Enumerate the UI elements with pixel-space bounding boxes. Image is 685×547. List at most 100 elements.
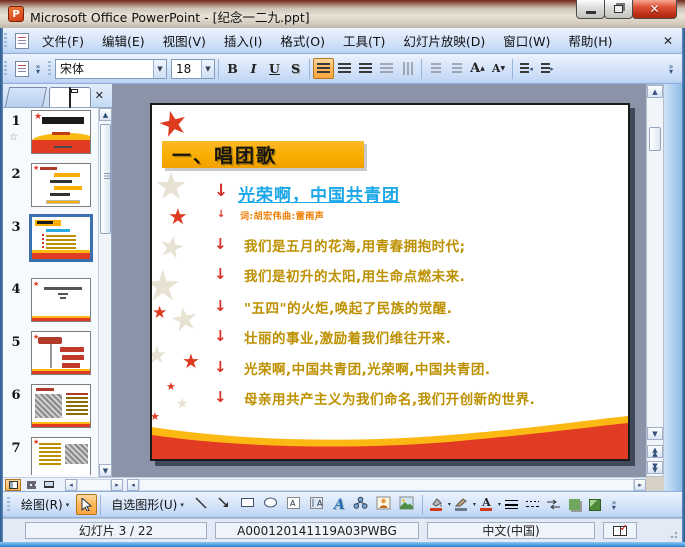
text-box-button[interactable]: A [283, 494, 306, 515]
main-vertical-scrollbar[interactable]: ▲ ▼ ▲ ▲ ▼ ▼ [646, 84, 664, 477]
vertical-text-box-button[interactable]: A [306, 494, 329, 515]
chevron-down-icon[interactable]: ▼ [201, 59, 214, 78]
slide-thumbnail[interactable]: ★ [31, 437, 91, 475]
slide-thumbnail[interactable]: ★ [31, 163, 91, 207]
scroll-left-icon[interactable]: ◂ [65, 478, 77, 491]
align-left-button[interactable] [313, 58, 334, 79]
toolbar-grip[interactable] [4, 32, 7, 49]
line-tool-button[interactable] [191, 494, 214, 515]
toolbar-grip[interactable] [7, 496, 10, 513]
increase-font-button[interactable]: A ▲ [467, 58, 488, 79]
horizontal-scrollbar[interactable] [77, 478, 111, 491]
menu-tools[interactable]: 工具(T) [334, 28, 394, 53]
normal-view-button[interactable] [5, 478, 21, 491]
3d-style-button[interactable] [585, 494, 606, 515]
font-color-button[interactable]: A [476, 495, 497, 514]
slide-thumbnail[interactable]: ★ [31, 278, 91, 322]
powerpoint-app-icon[interactable]: P [8, 6, 24, 22]
text-shadow-button[interactable]: S [285, 58, 306, 79]
slideshow-view-button[interactable] [41, 479, 57, 491]
bullets-button[interactable] [446, 58, 467, 79]
scroll-left-icon[interactable]: ◂ [127, 478, 139, 491]
menu-slideshow[interactable]: 幻灯片放映(D) [394, 28, 494, 53]
scroll-right-icon[interactable]: ▸ [111, 478, 123, 491]
align-right-button[interactable] [355, 58, 376, 79]
align-right-icon [359, 63, 372, 74]
bold-button[interactable]: B [222, 58, 243, 79]
increase-indent-button[interactable]: ▸ [537, 58, 558, 79]
oval-tool-button[interactable] [260, 494, 283, 515]
next-slide-button[interactable]: ▼ ▼ [647, 461, 663, 474]
scroll-up-icon[interactable]: ▲ [99, 108, 112, 121]
minimize-button[interactable] [576, 0, 605, 19]
shadow-style-button[interactable] [564, 494, 585, 515]
slide-thumbnail[interactable]: ★ [31, 331, 91, 375]
slide-sorter-view-button[interactable] [23, 479, 39, 491]
rectangle-tool-button[interactable] [237, 494, 260, 515]
select-objects-button[interactable] [76, 494, 98, 515]
restore-button[interactable] [604, 0, 633, 19]
align-center-button[interactable] [334, 58, 355, 79]
toolbar-grip[interactable] [48, 60, 51, 77]
menu-edit[interactable]: 编辑(E) [93, 28, 154, 53]
toolbar-grip[interactable] [4, 60, 7, 77]
menu-insert[interactable]: 插入(I) [215, 28, 271, 53]
scroll-down-icon[interactable]: ▼ [99, 464, 112, 477]
arrow-style-button[interactable] [543, 494, 564, 515]
decrease-font-button[interactable]: A ▼ [488, 58, 509, 79]
close-panel-icon[interactable]: ✕ [95, 89, 104, 102]
arrow-tool-button[interactable] [214, 494, 237, 515]
dash-style-button[interactable] [522, 494, 543, 515]
document-icon[interactable] [15, 32, 29, 49]
slide-thumbnail-selected[interactable] [29, 214, 93, 262]
slide-title-banner[interactable]: 一、唱团歌 [162, 141, 364, 168]
menu-view[interactable]: 视图(V) [154, 28, 215, 53]
menu-format[interactable]: 格式(O) [271, 28, 334, 53]
slide-thumbnail[interactable] [31, 384, 91, 428]
font-name-combobox[interactable]: 宋体 ▼ [55, 58, 167, 79]
text-direction-button[interactable] [397, 58, 418, 79]
wordart-button[interactable]: A [329, 494, 350, 515]
star-icon: ★ [166, 297, 202, 341]
tab-outline[interactable] [4, 87, 48, 107]
font-size-combobox[interactable]: 18 ▼ [171, 58, 215, 79]
slide-number: 3 [11, 220, 21, 235]
fill-color-button[interactable] [426, 495, 447, 514]
insert-picture-button[interactable] [396, 494, 419, 515]
close-button[interactable]: ✕ [632, 0, 677, 19]
diagram-button[interactable] [350, 494, 373, 515]
menu-file[interactable]: 文件(F) [33, 28, 93, 53]
close-document-icon[interactable]: ✕ [663, 34, 673, 48]
scroll-down-icon[interactable]: ▼ [647, 427, 663, 440]
horizontal-scrollbar[interactable] [139, 478, 634, 491]
scrollbar-thumb[interactable] [100, 124, 111, 234]
resize-grip[interactable] [668, 529, 678, 539]
previous-slide-button[interactable]: ▲ ▲ [647, 445, 663, 458]
toolbar-options-icon[interactable]: » ▾ [608, 494, 620, 516]
new-document-button[interactable] [11, 58, 32, 79]
decrease-indent-button[interactable]: ◂ [516, 58, 537, 79]
underline-button[interactable]: U [264, 58, 285, 79]
italic-button[interactable]: I [243, 58, 264, 79]
spelling-status[interactable] [603, 522, 637, 539]
draw-menu-button[interactable]: 绘图(R) ▾ [14, 494, 76, 515]
clip-art-button[interactable] [373, 494, 396, 515]
slide-canvas[interactable]: ★ ★ ★ ★ ★ ★ ★ ★ ★ ★ ★ ★ 一、唱团歌 ↓ 光荣啊，中国共青… [150, 103, 630, 461]
tab-slides[interactable] [49, 87, 91, 108]
scrollbar-thumb[interactable] [649, 127, 661, 151]
line-style-button[interactable] [501, 494, 522, 515]
scroll-right-icon[interactable]: ▸ [634, 478, 646, 491]
autoshapes-button[interactable]: 自选图形(U) ▾ [104, 494, 191, 515]
toolbar-options-icon[interactable]: » ▾ [665, 58, 677, 80]
chevron-down-icon[interactable]: ▼ [153, 59, 166, 78]
distribute-button[interactable] [376, 58, 397, 79]
thumbnails-scrollbar[interactable]: ▲ ▼ [98, 108, 112, 477]
line-color-button[interactable] [451, 495, 472, 514]
menu-window[interactable]: 窗口(W) [494, 28, 559, 53]
scroll-up-icon[interactable]: ▲ [647, 85, 663, 98]
slide-thumbnail[interactable]: ★ [31, 110, 91, 154]
toolbar-options-icon[interactable]: » ▾ [32, 58, 44, 80]
menu-help[interactable]: 帮助(H) [559, 28, 621, 53]
formatting-toolbar: » ▾ 宋体 ▼ 18 ▼ B I U S A ▲ A ▼ ◂ ▸ » ▾ [0, 54, 685, 84]
numbering-button[interactable] [425, 58, 446, 79]
